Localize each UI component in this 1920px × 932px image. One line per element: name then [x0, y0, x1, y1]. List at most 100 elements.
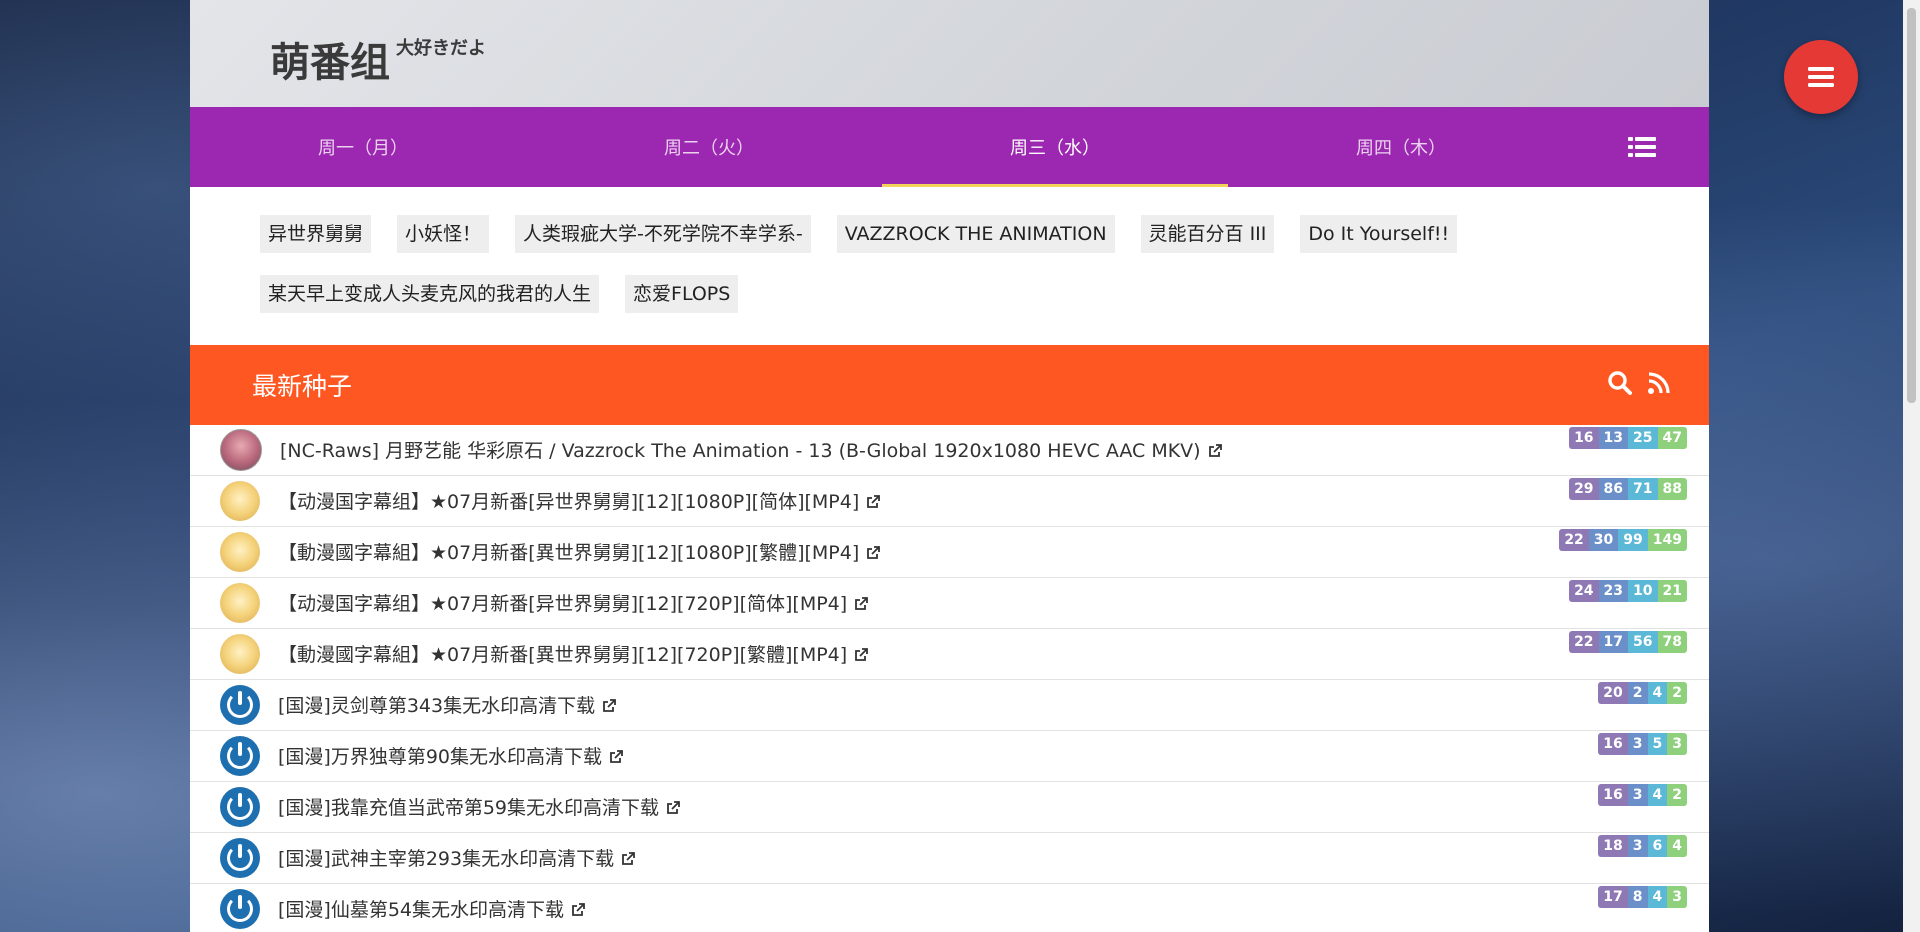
- stat-badge: 2: [1667, 682, 1687, 704]
- uploader-avatar[interactable]: [220, 787, 260, 827]
- anime-tag[interactable]: 恋爱FLOPS: [625, 275, 739, 313]
- external-link-icon[interactable]: [608, 748, 624, 770]
- torrent-title-link[interactable]: 【動漫國字幕組】★07月新番[異世界舅舅][12][720P][繁體][MP4]: [278, 640, 869, 668]
- stat-badge: 149: [1647, 529, 1687, 551]
- stat-badge: 86: [1598, 478, 1629, 500]
- table-row[interactable]: [NC-Raws] 月野艺能 华彩原石 / Vazzrock The Anima…: [190, 425, 1709, 476]
- external-link-icon[interactable]: [1207, 442, 1223, 464]
- list-icon[interactable]: [1574, 107, 1709, 187]
- stat-badge: 20: [1598, 682, 1628, 704]
- stat-badge: 88: [1657, 478, 1687, 500]
- stat-badge: 25: [1628, 427, 1658, 449]
- torrent-stats: 24 23 10 21: [1569, 580, 1687, 602]
- stat-badge: 47: [1657, 427, 1687, 449]
- torrent-title-link[interactable]: [国漫]仙墓第54集无水印高清下载: [278, 895, 586, 923]
- uploader-avatar[interactable]: [220, 736, 260, 776]
- logo-sub-text: 大好きだよ: [396, 38, 486, 59]
- anime-tag[interactable]: Do It Yourself!!: [1300, 215, 1458, 253]
- torrent-title-link[interactable]: [国漫]灵剑尊第343集无水印高清下载: [278, 691, 617, 719]
- stat-badge: 16: [1598, 784, 1628, 806]
- stat-badge: 29: [1569, 478, 1599, 500]
- logo-main-text: 萌番组: [270, 40, 390, 86]
- uploader-avatar[interactable]: [220, 583, 260, 623]
- stat-badge: 4: [1647, 886, 1668, 908]
- external-link-icon[interactable]: [865, 493, 881, 515]
- external-link-icon[interactable]: [865, 544, 881, 566]
- site-logo[interactable]: 萌番组 大好きだよ: [270, 30, 486, 88]
- uploader-avatar[interactable]: [220, 838, 260, 878]
- table-row[interactable]: 【動漫國字幕組】★07月新番[異世界舅舅][12][1080P][繁體][MP4…: [190, 527, 1709, 578]
- stat-badge: 3: [1627, 733, 1648, 755]
- stat-badge: 3: [1627, 784, 1648, 806]
- uploader-avatar[interactable]: [220, 481, 260, 521]
- stat-badge: 8: [1627, 886, 1648, 908]
- scrollbar-thumb[interactable]: [1907, 8, 1916, 403]
- uploader-avatar[interactable]: [220, 429, 262, 471]
- page-scrollbar[interactable]: [1903, 0, 1920, 932]
- table-row[interactable]: 【动漫国字幕组】★07月新番[异世界舅舅][12][720P][简体][MP4]…: [190, 578, 1709, 629]
- uploader-avatar[interactable]: [220, 685, 260, 725]
- torrent-stats: 18 3 6 4: [1598, 835, 1687, 857]
- tab-thursday[interactable]: 周四（木）: [1228, 107, 1574, 187]
- external-link-icon[interactable]: [853, 595, 869, 617]
- hamburger-icon: [1808, 67, 1834, 87]
- torrent-title-link[interactable]: 【動漫國字幕組】★07月新番[異世界舅舅][12][1080P][繁體][MP4…: [278, 538, 881, 566]
- rss-icon[interactable]: [1647, 371, 1671, 399]
- table-row[interactable]: [国漫]灵剑尊第343集无水印高清下载 20 2 4 2: [190, 680, 1709, 731]
- anime-tag[interactable]: VAZZROCK THE ANIMATION: [836, 215, 1115, 253]
- torrent-title-text: [国漫]灵剑尊第343集无水印高清下载: [278, 695, 596, 717]
- search-icon[interactable]: [1607, 370, 1633, 400]
- torrent-title-text: [国漫]我靠充值当武帝第59集无水印高清下载: [278, 797, 660, 819]
- anime-tag-list: 异世界舅舅 小妖怪！ 人类瑕疵大学-不死学院不幸学系- VAZZROCK THE…: [190, 187, 1709, 343]
- table-row[interactable]: 【动漫国字幕组】★07月新番[异世界舅舅][12][1080P][简体][MP4…: [190, 476, 1709, 527]
- torrent-title-link[interactable]: [国漫]万界独尊第90集无水印高清下载: [278, 742, 624, 770]
- table-row[interactable]: [国漫]武神主宰第293集无水印高清下载 18 3 6 4: [190, 833, 1709, 884]
- stat-badge: 22: [1569, 631, 1599, 653]
- stat-badge: 2: [1667, 784, 1687, 806]
- stat-badge: 22: [1559, 529, 1589, 551]
- stat-badge: 3: [1667, 886, 1687, 908]
- stat-badge: 13: [1598, 427, 1629, 449]
- torrent-title-link[interactable]: [国漫]我靠充值当武帝第59集无水印高清下载: [278, 793, 681, 821]
- table-row[interactable]: [国漫]我靠充值当武帝第59集无水印高清下载 16 3 4 2: [190, 782, 1709, 833]
- external-link-icon[interactable]: [853, 646, 869, 668]
- uploader-avatar[interactable]: [220, 532, 260, 572]
- table-row[interactable]: [国漫]仙墓第54集无水印高清下载 17 8 4 3: [190, 884, 1709, 932]
- external-link-icon[interactable]: [570, 901, 586, 923]
- torrent-title-link[interactable]: 【动漫国字幕组】★07月新番[异世界舅舅][12][720P][简体][MP4]: [278, 589, 869, 617]
- external-link-icon[interactable]: [601, 697, 617, 719]
- torrent-title-text: 【動漫國字幕組】★07月新番[異世界舅舅][12][720P][繁體][MP4]: [278, 644, 848, 666]
- uploader-avatar[interactable]: [220, 889, 260, 929]
- anime-tag[interactable]: 小妖怪！: [397, 215, 490, 253]
- stat-badge: 3: [1667, 733, 1687, 755]
- latest-seeds-header: 最新种子: [190, 345, 1709, 425]
- anime-tag[interactable]: 灵能百分百 III: [1140, 215, 1275, 253]
- tab-tuesday[interactable]: 周二（火）: [536, 107, 882, 187]
- stat-badge: 10: [1628, 580, 1658, 602]
- torrent-stats: 20 2 4 2: [1598, 682, 1687, 704]
- stat-badge: 4: [1647, 784, 1668, 806]
- external-link-icon[interactable]: [665, 799, 681, 821]
- torrent-title-link[interactable]: [国漫]武神主宰第293集无水印高清下载: [278, 844, 636, 872]
- torrent-title-text: [国漫]武神主宰第293集无水印高清下载: [278, 848, 615, 870]
- stat-badge: 30: [1588, 529, 1619, 551]
- anime-tag[interactable]: 异世界舅舅: [260, 215, 372, 253]
- external-link-icon[interactable]: [620, 850, 636, 872]
- torrent-stats: 16 3 5 3: [1598, 733, 1687, 755]
- tab-wednesday[interactable]: 周三（水）: [882, 107, 1228, 187]
- menu-button[interactable]: [1784, 40, 1858, 114]
- table-row[interactable]: [国漫]万界独尊第90集无水印高清下载 16 3 5 3: [190, 731, 1709, 782]
- stat-badge: 5: [1647, 733, 1668, 755]
- uploader-avatar[interactable]: [220, 634, 260, 674]
- tab-monday[interactable]: 周一（月）: [190, 107, 536, 187]
- anime-tag[interactable]: 某天早上变成人头麦克风的我君的人生: [260, 275, 600, 313]
- stat-badge: 4: [1647, 682, 1668, 704]
- anime-tag[interactable]: 人类瑕疵大学-不死学院不幸学系-: [515, 215, 811, 253]
- stat-badge: 17: [1598, 886, 1628, 908]
- stat-badge: 3: [1627, 835, 1648, 857]
- table-row[interactable]: 【動漫國字幕組】★07月新番[異世界舅舅][12][720P][繁體][MP4]…: [190, 629, 1709, 680]
- torrent-title-link[interactable]: [NC-Raws] 月野艺能 华彩原石 / Vazzrock The Anima…: [280, 436, 1223, 464]
- torrent-title-link[interactable]: 【动漫国字幕组】★07月新番[异世界舅舅][12][1080P][简体][MP4…: [278, 487, 881, 515]
- torrent-stats: 17 8 4 3: [1598, 886, 1687, 908]
- torrent-title-text: 【動漫國字幕組】★07月新番[異世界舅舅][12][1080P][繁體][MP4…: [278, 542, 860, 564]
